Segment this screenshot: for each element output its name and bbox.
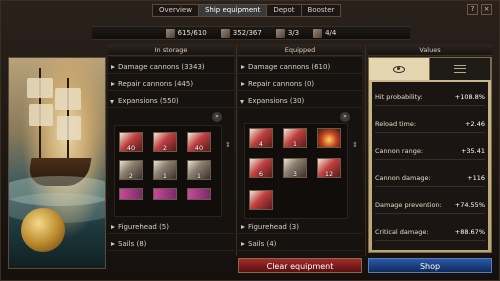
tab-booster[interactable]: Booster	[302, 5, 341, 16]
storage-item[interactable]	[119, 188, 143, 200]
ship-image	[8, 57, 106, 269]
value-row: Reload time: +2.46	[375, 115, 485, 133]
figurehead-icon	[275, 28, 285, 38]
stat-slot-a: 3/3	[275, 28, 300, 38]
stat-slot-b-value: 4/4	[325, 29, 337, 37]
value-row: Damage prevention: +74.55%	[375, 196, 485, 214]
stat-slot-b: 4/4	[313, 28, 337, 38]
equipped-expansions[interactable]: Expansions (30)	[238, 95, 362, 108]
equipped-next-icon[interactable]: »	[340, 112, 350, 122]
stat-cannons: 615/610	[165, 28, 207, 38]
storage-sails[interactable]: Sails (8)	[108, 238, 234, 251]
equipped-item[interactable]: 12	[317, 158, 341, 178]
value-row: Critical damage: +88.67%	[375, 223, 485, 241]
globe-ornament	[21, 208, 65, 252]
equipped-item[interactable]: 3	[283, 158, 307, 178]
equipped-item[interactable]: 6	[249, 158, 273, 178]
close-icon[interactable]: ×	[481, 4, 492, 15]
help-icon[interactable]: ?	[467, 4, 478, 15]
equipped-item[interactable]: 1	[283, 128, 307, 148]
storage-scroll-icon[interactable]: ⇕	[225, 141, 231, 149]
values-tab-overview[interactable]	[369, 58, 430, 80]
stat-slot-a-value: 3/3	[287, 29, 300, 37]
storage-item[interactable]: 2	[153, 132, 177, 152]
cargo-icon	[220, 28, 230, 38]
equipped-panel: Damage cannons (610) Repair cannons (0) …	[238, 57, 362, 253]
storage-expansions[interactable]: Expansions (550)	[108, 95, 234, 108]
values-list: Hit probability: +108.8% Reload time: +2.4…	[372, 82, 488, 250]
equipped-damage-cannons[interactable]: Damage cannons (610)	[238, 61, 362, 74]
list-icon	[454, 65, 466, 73]
value-row: Cannon range: +35.41	[375, 142, 485, 160]
equipped-repair-cannons[interactable]: Repair cannons (0)	[238, 78, 362, 91]
values-panel: Hit probability: +108.8% Reload time: +2.4…	[368, 57, 492, 253]
equipped-item[interactable]	[249, 190, 273, 210]
stat-cargo-value: 352/367	[232, 29, 262, 37]
equipped-header: Equipped	[238, 44, 362, 56]
ship-stats-bar: 615/610 352/367 3/3 4/4	[92, 26, 410, 40]
shop-button[interactable]: Shop	[368, 258, 492, 273]
tab-ship-equipment[interactable]: Ship equipment	[198, 5, 268, 16]
equipped-items-grid: 4 1 6 3 12	[244, 123, 348, 219]
storage-item[interactable]: 2	[119, 160, 143, 180]
storage-item[interactable]: 1	[153, 160, 177, 180]
storage-damage-cannons[interactable]: Damage cannons (3343)	[108, 61, 234, 74]
value-row: Cannon damage: +116	[375, 169, 485, 187]
storage-item[interactable]	[187, 188, 211, 200]
equipped-item[interactable]: 4	[249, 128, 273, 148]
storage-items-grid: 40 2 40 2 1 1	[114, 125, 222, 217]
eye-icon	[393, 65, 405, 73]
storage-item[interactable]: 40	[119, 132, 143, 152]
storage-item[interactable]: 40	[187, 132, 211, 152]
equipped-sails[interactable]: Sails (4)	[238, 238, 362, 251]
equipped-figurehead[interactable]: Figurehead (3)	[238, 221, 362, 234]
divider	[365, 44, 366, 256]
tab-depot[interactable]: Depot	[267, 5, 302, 16]
storage-item[interactable]	[153, 188, 177, 200]
equipped-item[interactable]	[317, 128, 341, 148]
stat-cannons-value: 615/610	[177, 29, 207, 37]
values-tabs	[369, 58, 491, 80]
storage-header: In storage	[108, 44, 234, 56]
values-header: Values	[368, 44, 492, 56]
storage-panel: Damage cannons (3343) Repair cannons (44…	[108, 57, 234, 253]
tab-overview[interactable]: Overview	[153, 5, 199, 16]
value-row: Hit probability: +108.8%	[375, 88, 485, 106]
main-tabs: Overview Ship equipment Depot Booster	[152, 4, 342, 17]
equipped-scroll-icon[interactable]: ⇕	[352, 141, 358, 149]
storage-figurehead[interactable]: Figurehead (5)	[108, 221, 234, 234]
storage-next-icon[interactable]: »	[212, 112, 222, 122]
storage-repair-cannons[interactable]: Repair cannons (445)	[108, 78, 234, 91]
sail-icon	[313, 28, 323, 38]
stat-cargo: 352/367	[220, 28, 262, 38]
clear-equipment-button[interactable]: Clear equipment	[238, 258, 362, 273]
divider	[236, 44, 237, 256]
values-tab-details[interactable]	[430, 58, 491, 80]
cannon-icon	[165, 28, 175, 38]
storage-item[interactable]: 1	[187, 160, 211, 180]
